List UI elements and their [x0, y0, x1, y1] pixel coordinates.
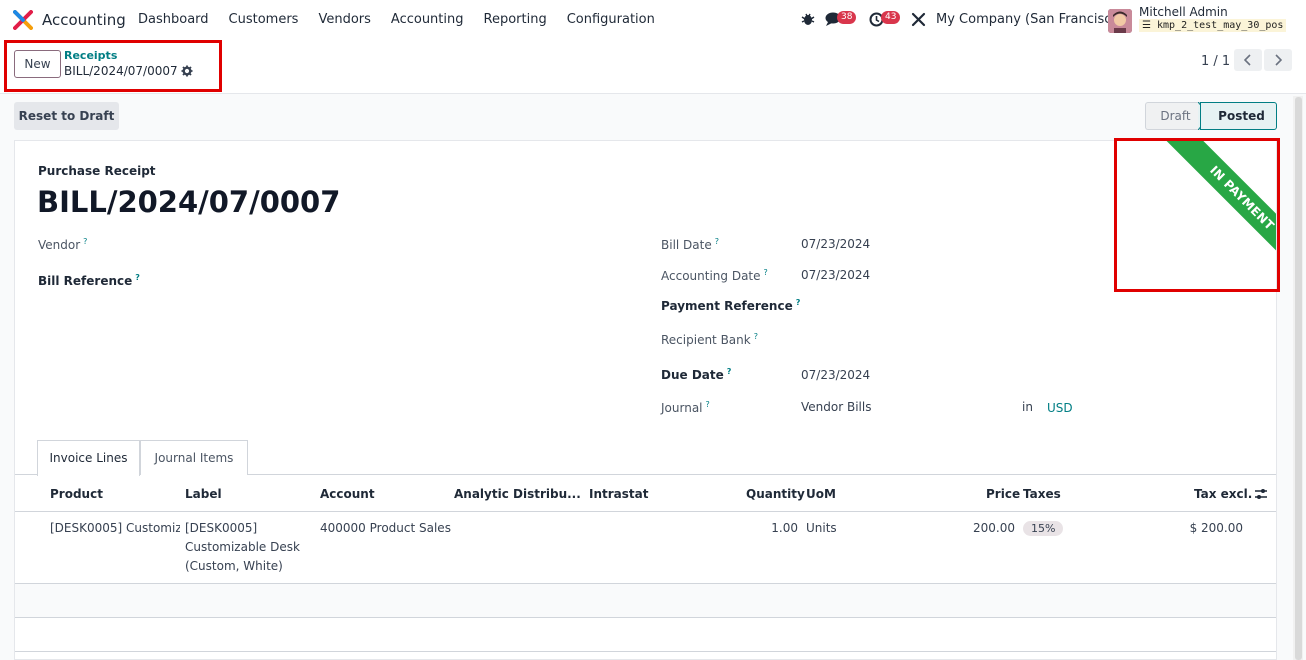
top-navbar: Accounting Dashboard Customers Vendors A… — [0, 0, 1306, 40]
record-title: BILL/2024/07/0007 — [37, 185, 341, 219]
chevron-left-icon — [1244, 54, 1251, 66]
pager-value: 1 / 1 — [1201, 54, 1231, 69]
vendor-label: Vendor? — [38, 237, 88, 252]
payment-reference-label: Payment Reference? — [661, 298, 801, 313]
help-icon[interactable]: ? — [727, 367, 732, 376]
messages-badge: 38 — [837, 11, 857, 24]
col-intrastat[interactable]: Intrastat — [589, 487, 648, 501]
pager-next-button[interactable] — [1264, 49, 1292, 71]
company-switcher[interactable]: My Company (San Francisco) — [936, 12, 1124, 27]
bug-icon[interactable] — [801, 12, 815, 26]
main-menu: Dashboard Customers Vendors Accounting R… — [138, 12, 675, 27]
app-name[interactable]: Accounting — [42, 11, 126, 29]
database-name: kmp_2_test_may_30_pos — [1157, 20, 1284, 31]
chevron-right-icon — [1275, 54, 1282, 66]
col-analytic[interactable]: Analytic Distribu... — [454, 487, 581, 501]
highlight-box-breadcrumb — [4, 40, 222, 92]
reset-to-draft-button[interactable]: Reset to Draft — [14, 102, 119, 130]
help-icon[interactable]: ? — [135, 273, 140, 282]
highlight-box-ribbon — [1114, 138, 1280, 292]
help-icon[interactable]: ? — [796, 298, 801, 307]
database-tag: ☰ kmp_2_test_may_30_pos — [1139, 19, 1287, 32]
cell-label[interactable]: [DESK0005] Customizable Desk (Custom, Wh… — [185, 519, 300, 576]
menu-reporting[interactable]: Reporting — [484, 12, 547, 27]
form-sheet: IN PAYMENT Purchase Receipt BILL/2024/07… — [14, 140, 1277, 660]
col-product[interactable]: Product — [50, 487, 103, 501]
tab-invoice-lines[interactable]: Invoice Lines — [37, 440, 140, 476]
cell-quantity[interactable]: 1.00 — [745, 519, 798, 538]
bill-date-field[interactable]: 07/23/2024 — [801, 237, 870, 251]
messages-button[interactable]: 38 — [825, 11, 857, 32]
user-name[interactable]: Mitchell Admin — [1139, 5, 1228, 19]
cell-product[interactable]: [DESK0005] Customiza — [50, 519, 180, 538]
journal-label: Journal? — [661, 400, 710, 415]
column-settings-icon[interactable] — [1254, 488, 1268, 501]
status-posted[interactable]: Posted — [1200, 102, 1277, 130]
col-tax-excl[interactable]: Tax excl. — [1194, 487, 1252, 501]
lines-table-header: Product Label Account Analytic Distribu.… — [15, 476, 1276, 512]
due-date-field[interactable]: 07/23/2024 — [801, 368, 870, 382]
cell-tax-excl: $ 200.00 — [1189, 521, 1243, 535]
menu-customers[interactable]: Customers — [229, 12, 299, 27]
col-account[interactable]: Account — [320, 487, 375, 501]
col-quantity[interactable]: Quantity — [746, 487, 805, 501]
menu-accounting[interactable]: Accounting — [391, 12, 464, 27]
notebook-tabs: Invoice Lines Journal Items — [15, 440, 1276, 476]
accounting-app-icon[interactable] — [13, 10, 33, 30]
col-price[interactable]: Price — [986, 487, 1020, 501]
due-date-label: Due Date? — [661, 367, 732, 382]
journal-field[interactable]: Vendor Bills — [801, 400, 871, 414]
help-icon[interactable]: ? — [715, 237, 719, 246]
empty-row — [15, 618, 1276, 652]
col-taxes[interactable]: Taxes — [1023, 487, 1061, 501]
col-uom[interactable]: UoM — [806, 487, 836, 501]
activities-button[interactable]: 43 — [869, 11, 901, 32]
bill-date-label: Bill Date? — [661, 237, 719, 252]
in-label: in — [1022, 400, 1033, 414]
help-icon[interactable]: ? — [754, 332, 758, 341]
recipient-bank-label: Recipient Bank? — [661, 332, 758, 347]
tab-journal-items[interactable]: Journal Items — [140, 440, 248, 475]
record-type: Purchase Receipt — [38, 164, 156, 178]
cell-account[interactable]: 400000 Product Sales — [320, 519, 451, 538]
help-icon[interactable]: ? — [764, 268, 768, 277]
cell-price[interactable]: 200.00 — [945, 519, 1015, 538]
accounting-date-field[interactable]: 07/23/2024 — [801, 268, 870, 282]
status-draft[interactable]: Draft — [1145, 102, 1205, 130]
pager-previous-button[interactable] — [1234, 49, 1262, 71]
menu-configuration[interactable]: Configuration — [567, 12, 655, 27]
menu-vendors[interactable]: Vendors — [318, 12, 370, 27]
user-avatar[interactable] — [1108, 9, 1132, 33]
accounting-date-label: Accounting Date? — [661, 268, 768, 283]
tax-badge[interactable]: 15% — [1023, 521, 1064, 536]
scrollbar-thumb[interactable] — [1295, 97, 1302, 660]
col-label[interactable]: Label — [185, 487, 222, 501]
activities-badge: 43 — [881, 11, 901, 24]
empty-row — [15, 584, 1276, 618]
bill-reference-label: Bill Reference? — [38, 273, 140, 288]
tools-icon[interactable] — [911, 12, 926, 27]
help-icon[interactable]: ? — [83, 237, 87, 246]
menu-dashboard[interactable]: Dashboard — [138, 12, 209, 27]
cell-uom[interactable]: Units — [806, 519, 837, 538]
table-row[interactable]: [DESK0005] Customiza [DESK0005] Customiz… — [15, 512, 1276, 584]
currency-field[interactable]: USD — [1047, 401, 1073, 415]
help-icon[interactable]: ? — [706, 400, 710, 409]
